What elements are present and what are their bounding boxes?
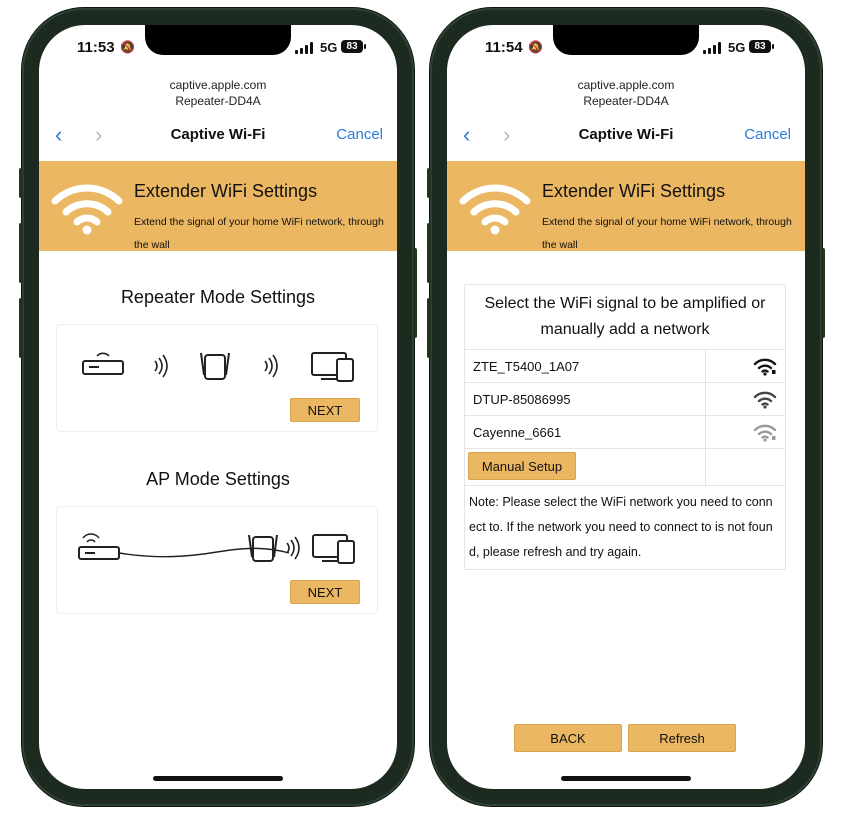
ap-mode-title: AP Mode Settings xyxy=(146,469,290,489)
phone-frame-right: 11:54 🔕 5G 83 captive.apple.com Repeater… xyxy=(427,8,825,806)
refresh-button[interactable]: Refresh xyxy=(628,724,736,752)
wave-icon xyxy=(154,354,168,378)
wave-icon xyxy=(264,354,278,378)
network-list: Select the WiFi signal to be amplified o… xyxy=(464,284,786,570)
url-host: captive.apple.com xyxy=(577,78,675,92)
devices-icon xyxy=(311,352,354,382)
wifi-signal-strong-icon xyxy=(753,358,777,376)
screen-right: 11:54 🔕 5G 83 captive.apple.com Repeater… xyxy=(447,25,805,789)
back-button[interactable]: BACK xyxy=(514,724,622,752)
network-type: 5G xyxy=(320,40,338,55)
navigation-bar: ‹ › Captive Wi-Fi Cancel xyxy=(39,122,397,150)
phone-frame-left: 11:53 🔕 5G 83 captive.apple.com Repeater… xyxy=(19,8,417,806)
network-row[interactable]: Cayenne_6661 xyxy=(465,416,785,449)
banner-subtitle: Extend the signal of your home WiFi netw… xyxy=(542,216,792,251)
power-button xyxy=(413,248,417,338)
wifi-signal-weak-icon xyxy=(753,424,777,442)
header-banner: Extender WiFi Settings Extend the signal… xyxy=(447,161,805,251)
screen-left: 11:53 🔕 5G 83 captive.apple.com Repeater… xyxy=(39,25,397,789)
network-row[interactable]: ZTE_T5400_1A07 xyxy=(465,350,785,383)
network-type: 5G xyxy=(728,40,746,55)
cancel-button[interactable]: Cancel xyxy=(744,126,791,143)
repeater-icon xyxy=(200,352,230,380)
url-ssid: Repeater-DD4A xyxy=(583,94,669,108)
cancel-button[interactable]: Cancel xyxy=(336,126,383,143)
silent-switch xyxy=(427,168,431,198)
banner-title: Extender WiFi Settings xyxy=(134,181,318,201)
battery-icon: 83 xyxy=(749,40,771,53)
network-row[interactable]: DTUP-85086995 xyxy=(465,383,785,416)
ap-mode-card: NEXT xyxy=(56,506,378,614)
navigation-bar: ‹ › Captive Wi-Fi Cancel xyxy=(447,122,805,150)
network-ssid: ZTE_T5400_1A07 xyxy=(473,359,580,374)
status-time: 11:54 xyxy=(485,39,523,56)
battery-icon: 83 xyxy=(341,40,363,53)
url-bar: captive.apple.com Repeater-DD4A xyxy=(447,77,805,109)
repeater-next-button[interactable]: NEXT xyxy=(290,398,360,422)
status-bar: 11:53 🔕 5G 83 xyxy=(39,39,397,61)
status-bar: 11:54 🔕 5G 83 xyxy=(447,39,805,61)
banner-subtitle: Extend the signal of your home WiFi netw… xyxy=(134,216,384,251)
cellular-signal-icon xyxy=(703,42,723,54)
devices-icon xyxy=(312,534,355,564)
volume-down-button xyxy=(427,298,431,358)
network-ssid: DTUP-85086995 xyxy=(473,392,571,407)
ethernet-cable xyxy=(118,547,290,558)
url-bar: captive.apple.com Repeater-DD4A xyxy=(39,77,397,109)
banner-title: Extender WiFi Settings xyxy=(542,181,726,201)
volume-up-button xyxy=(427,223,431,283)
url-host: captive.apple.com xyxy=(169,78,267,92)
ap-next-button[interactable]: NEXT xyxy=(290,580,360,604)
wave-icon xyxy=(286,536,300,560)
network-ssid: Cayenne_6661 xyxy=(473,425,562,440)
header-banner: Extender WiFi Settings Extend the signal… xyxy=(39,161,397,251)
power-button xyxy=(821,248,825,338)
help-note: Note: Please select the WiFi network you… xyxy=(469,495,773,559)
repeater-mode-title: Repeater Mode Settings xyxy=(120,287,316,307)
cellular-signal-icon xyxy=(295,42,315,54)
status-time: 11:53 xyxy=(77,39,115,56)
silent-switch xyxy=(19,168,23,198)
manual-setup-row: Manual Setup xyxy=(465,449,785,486)
network-list-heading: Select the WiFi signal to be amplified o… xyxy=(465,285,785,350)
bell-slash-icon: 🔕 xyxy=(120,40,135,54)
home-indicator xyxy=(153,776,283,781)
router-icon xyxy=(82,352,124,375)
bell-slash-icon: 🔕 xyxy=(528,40,543,54)
home-indicator xyxy=(561,776,691,781)
wifi-icon xyxy=(459,184,531,235)
manual-setup-button[interactable]: Manual Setup xyxy=(468,452,576,480)
volume-up-button xyxy=(19,223,23,283)
wifi-icon xyxy=(51,184,123,235)
url-ssid: Repeater-DD4A xyxy=(175,94,261,108)
repeater-mode-card: NEXT xyxy=(56,324,378,432)
wifi-signal-medium-icon xyxy=(753,391,777,409)
volume-down-button xyxy=(19,298,23,358)
router-icon xyxy=(78,533,120,560)
